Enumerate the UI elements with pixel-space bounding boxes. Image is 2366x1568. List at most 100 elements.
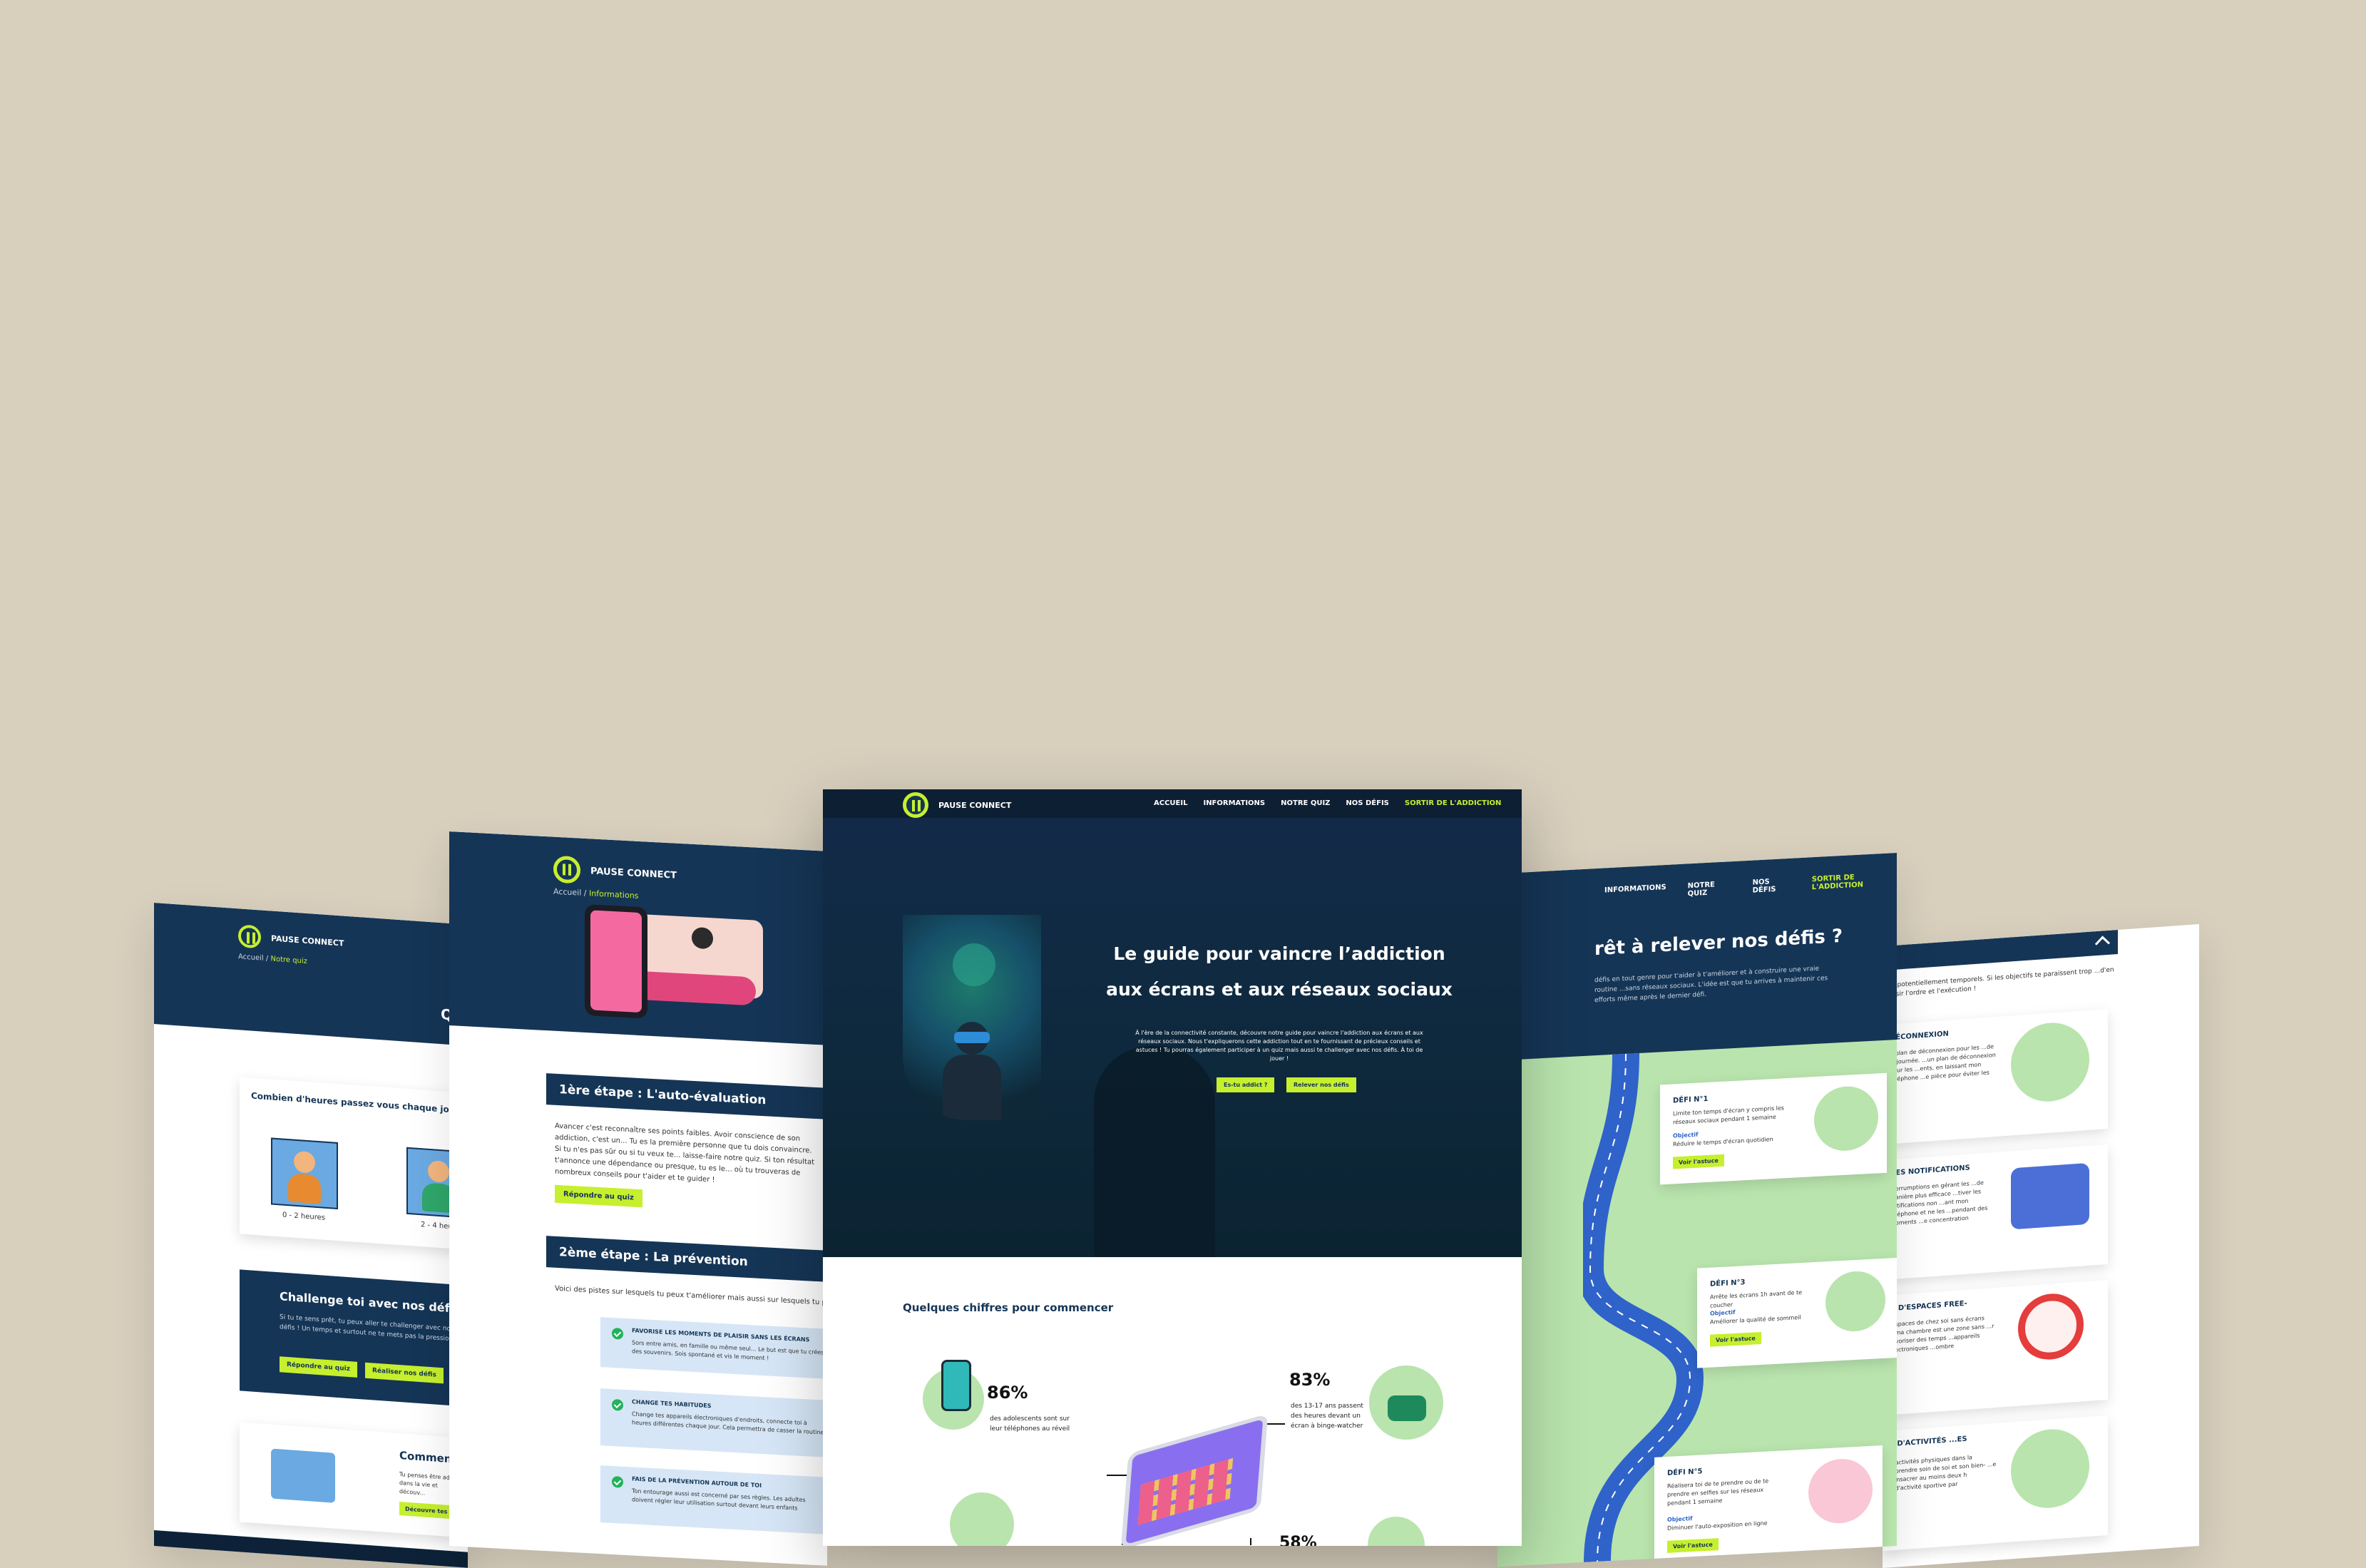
addict-quiz-button[interactable]: Es-tu addict ? (1217, 1077, 1275, 1092)
tip-card-2: DES NOTIFICATIONS ...errumptions en géra… (1883, 1144, 2108, 1281)
brand-name: PAUSE CONNECT (938, 800, 1012, 810)
nav-quiz[interactable]: NOTRE QUIZ (1281, 799, 1330, 807)
challenge-title: Challenge toi avec nos défis (280, 1289, 461, 1316)
main-nav: INFORMATIONS NOTRE QUIZ NOS DÉFIS SORTIR… (1604, 871, 1897, 902)
breadcrumb-home[interactable]: Accueil (553, 887, 581, 898)
breadcrumb-separator: / (265, 954, 269, 963)
video-call-illustration (585, 903, 763, 1028)
person-body-icon (288, 1173, 321, 1204)
phone-screen-icon (590, 910, 642, 1013)
phone-hand-icon (2011, 1020, 2089, 1105)
nav-informations[interactable]: INFORMATIONS (1203, 799, 1265, 807)
brand-name: PAUSE CONNECT (271, 933, 344, 948)
nav-quiz[interactable]: NOTRE QUIZ (1688, 880, 1731, 898)
tip-card-1: DÉCONNEXION ...plan de déconnexion pour … (1883, 1008, 2108, 1145)
vr-headset-icon (954, 1032, 990, 1043)
information-page-mockup: PAUSE CONNECT Accueil / Informations 1èr… (449, 831, 827, 1566)
nav-accueil[interactable]: ACCUEIL (1154, 799, 1187, 807)
nav-defis[interactable]: NOS DÉFIS (1346, 799, 1388, 807)
brand-logo[interactable]: PAUSE CONNECT (903, 792, 1011, 818)
brand-logo[interactable]: PAUSE CONNECT (238, 924, 344, 954)
challenges-intro: défis en tout genre pour t'aider à t'amé… (1594, 965, 1828, 1005)
objective-label: Objectif (1710, 1308, 1736, 1317)
defi-text: Réalisera toi de te prendre ou de te pre… (1667, 1477, 1769, 1507)
pink-blob-icon (635, 970, 756, 1006)
page-title: rêt à relever nos défis ? (1594, 925, 1843, 960)
vr-person-body-icon (943, 1055, 1001, 1120)
see-tip-button[interactable]: Voir l'astuce (1673, 1154, 1724, 1169)
tip-box-2: CHANGE TES HABITUDES Change tes appareil… (600, 1388, 827, 1457)
defi-title: DÉFI N°5 (1667, 1467, 1703, 1477)
defi-card-5: DÉFI N°5 Réalisera toi de te prendre ou … (1654, 1445, 1883, 1564)
notification-illustration-icon (2011, 1162, 2089, 1230)
brand-name: PAUSE CONNECT (590, 865, 677, 881)
quiz-page-header: PAUSE CONNECT Accueil / Notre quiz Q (154, 903, 468, 1046)
breadcrumb-current: Informations (589, 888, 639, 901)
chevron-up-icon[interactable] (2094, 936, 2111, 951)
nav-informations[interactable]: INFORMATIONS (1604, 883, 1666, 903)
tip-box-3: FAIS DE LA PRÉVENTION AUTOUR DE TOI Ton … (600, 1465, 827, 1534)
hero-section: PAUSE CONNECT ACCUEIL INFORMATIONS NOTRE… (823, 789, 1522, 1257)
logo-icon (903, 792, 928, 818)
hero-title-line2: aux écrans et aux réseaux sociaux (1106, 979, 1453, 1000)
breadcrumb-home[interactable]: Accueil (238, 953, 264, 962)
brand-logo[interactable]: PAUSE CONNECT (553, 855, 677, 889)
logo-icon (553, 855, 580, 884)
challenge-banner: Challenge toi avec nos défis Si tu te se… (240, 1269, 468, 1407)
person-phone-icon (428, 1159, 449, 1183)
tip-card-3: N D'ESPACES FREE- ...spaces de chez soi … (1883, 1279, 2108, 1416)
tip-card-4: E D'ACTIVITÉS ...ES ...activités physiqu… (1883, 1415, 2108, 1552)
answer-quiz-button[interactable]: Répondre au quiz (280, 1356, 357, 1378)
hero-intro: À l'ère de la connectivité constante, dé… (1135, 1030, 1423, 1062)
hero-title-line1: Le guide pour vaincre l’addiction (1113, 943, 1445, 964)
breadcrumb-separator: / (583, 888, 587, 898)
do-challenges-button[interactable]: Réaliser nos défis (365, 1362, 444, 1384)
person-avatar-icon (692, 926, 713, 950)
option-label-1: 0 - 2 heures (282, 1211, 325, 1222)
tip-card-text: ...activités physiques dans la ...prendr… (1890, 1454, 1997, 1492)
defi-title: DÉFI N°3 (1710, 1279, 1746, 1288)
check-icon (612, 1327, 623, 1340)
logo-icon (238, 924, 261, 949)
tip-text: Ton entourage aussi est concerné par ses… (632, 1487, 806, 1512)
challenge-text: Si tu te sens prêt, tu peux aller te cha… (280, 1313, 456, 1343)
quiz-page-mockup: PAUSE CONNECT Accueil / Notre quiz Q Com… (154, 903, 468, 1568)
nav-addiction[interactable]: SORTIR DE L'ADDICTION (1405, 799, 1502, 807)
tip-card-text: ...spaces de chez soi sans écrans ...ma … (1890, 1315, 1994, 1354)
breadcrumb-current: Notre quiz (270, 955, 307, 966)
take-challenges-button[interactable]: Relever nos défis (1286, 1077, 1356, 1092)
nav-defis[interactable]: NOS DÉFIS (1753, 877, 1791, 894)
footer-strip (154, 1530, 468, 1568)
step2-text: Voici des pistes sur lesquels tu peux t'… (555, 1284, 827, 1309)
tip-text: Change tes appareils électroniques d'end… (632, 1410, 824, 1436)
stopwatch-icon (1814, 1085, 1878, 1153)
option-card-1[interactable] (271, 1137, 338, 1210)
step1-heading: 1ère étape : L'auto-évaluation (546, 1073, 827, 1120)
tip-card-title: E D'ACTIVITÉS ...ES (1890, 1435, 1967, 1449)
hero-bg-figure (1094, 1046, 1215, 1257)
challenges-page-mockup: INFORMATIONS NOTRE QUIZ NOS DÉFIS SORTIR… (1497, 853, 1897, 1567)
see-tip-button[interactable]: Voir l'astuce (1710, 1331, 1761, 1347)
tip-card-title: DES NOTIFICATIONS (1890, 1164, 1970, 1178)
answer-quiz-button[interactable]: Répondre au quiz (555, 1184, 642, 1208)
step2-heading: 2ème étape : La prévention (546, 1236, 827, 1283)
hero-image (903, 915, 1041, 1120)
tip-card-title: N D'ESPACES FREE- (1890, 1299, 1967, 1313)
sport-people-icon (2011, 1426, 2089, 1511)
main-nav: ACCUEIL INFORMATIONS NOTRE QUIZ NOS DÉFI… (1154, 799, 1501, 807)
quiz-question-card: Combien d'heures passez vous chaque jour… (240, 1077, 468, 1250)
breadcrumb: Accueil / Notre quiz (238, 953, 307, 965)
tips-page-mockup: ...et potentiellement temporels. Si les … (1883, 924, 2199, 1568)
app-grid-icon (1137, 1457, 1234, 1525)
see-tip-button[interactable]: Voir l'astuce (1667, 1538, 1719, 1553)
nav-addiction[interactable]: SORTIR DE L'ADDICTION (1812, 871, 1897, 891)
stat3-value: 58% (1279, 1534, 1317, 1546)
objective-label: Objectif (1667, 1515, 1693, 1523)
comment-card: Comment... Tu penses être addi... dans l… (240, 1422, 468, 1538)
defi-title: DÉFI N°1 (1673, 1095, 1709, 1105)
step1-text: Avancer c'est reconnaître ses points fai… (555, 1122, 814, 1184)
challenges-header: INFORMATIONS NOTRE QUIZ NOS DÉFIS SORTIR… (1497, 853, 1897, 1061)
scroll-top-bar (1883, 929, 2118, 971)
tip-card-text: ...plan de déconnexion pour les ...de la… (1890, 1043, 1996, 1083)
tip-box-1: FAVORISE LES MOMENTS DE PLAISIR SANS LES… (600, 1317, 827, 1379)
